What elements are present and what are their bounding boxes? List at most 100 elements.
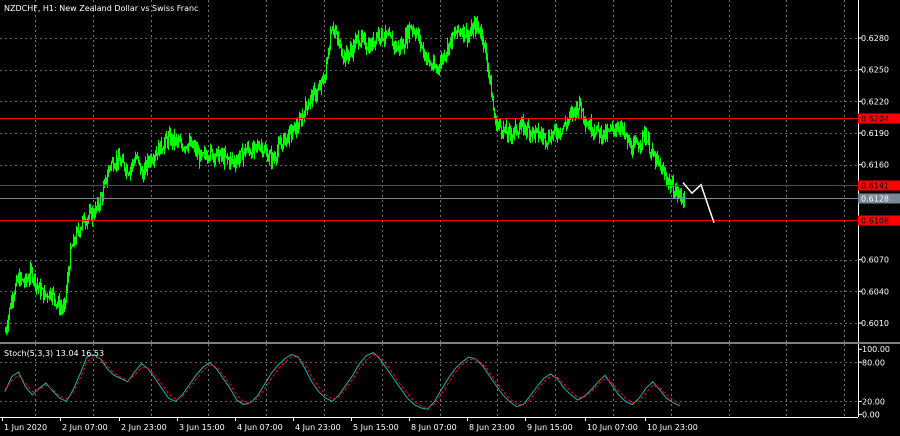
candle-body[interactable] (550, 140, 551, 142)
candle-body[interactable] (610, 127, 611, 132)
candle-body[interactable] (678, 194, 679, 196)
candle-body[interactable] (57, 304, 58, 306)
candle-body[interactable] (577, 104, 578, 113)
candle-body[interactable] (667, 179, 668, 184)
candle-body[interactable] (616, 130, 617, 132)
candle-body[interactable] (449, 42, 450, 52)
candle-body[interactable] (169, 132, 170, 136)
candle-body[interactable] (7, 326, 8, 330)
candle-body[interactable] (303, 114, 304, 116)
candle-body[interactable] (461, 32, 462, 34)
candle-body[interactable] (304, 114, 305, 117)
candle-body[interactable] (316, 95, 317, 99)
candle-body[interactable] (379, 31, 380, 39)
candle-body[interactable] (418, 30, 419, 39)
candle-body[interactable] (637, 140, 638, 145)
candle-body[interactable] (201, 151, 202, 156)
candle-body[interactable] (49, 290, 50, 298)
candle-body[interactable] (636, 140, 637, 142)
candle-body[interactable] (177, 139, 178, 143)
candle-body[interactable] (416, 32, 417, 37)
candle-body[interactable] (414, 30, 415, 34)
candle-body[interactable] (606, 128, 607, 137)
candle-body[interactable] (378, 31, 379, 37)
candle-body[interactable] (172, 135, 173, 144)
candle-body[interactable] (446, 52, 447, 56)
candle-body[interactable] (507, 134, 508, 138)
candle-body[interactable] (556, 129, 557, 135)
candle-body[interactable] (633, 143, 634, 155)
candle-body[interactable] (60, 306, 61, 311)
candle-body[interactable] (645, 134, 646, 139)
candle-body[interactable] (239, 157, 240, 163)
candle-body[interactable] (451, 37, 452, 45)
candle-body[interactable] (565, 122, 566, 125)
candle-body[interactable] (299, 118, 300, 129)
candle-body[interactable] (453, 33, 454, 35)
candle-body[interactable] (603, 129, 604, 138)
candle-body[interactable] (119, 154, 120, 161)
candle-body[interactable] (35, 275, 36, 288)
candle-body[interactable] (315, 89, 316, 99)
candle-body[interactable] (644, 132, 645, 139)
candle-body[interactable] (65, 299, 66, 302)
candle-body[interactable] (572, 111, 573, 116)
candle-body[interactable] (146, 162, 147, 170)
candle-body[interactable] (97, 201, 98, 209)
candle-body[interactable] (441, 57, 442, 63)
candle-body[interactable] (483, 39, 484, 47)
candle-body[interactable] (162, 149, 163, 151)
candle-body[interactable] (364, 37, 365, 39)
candle-body[interactable] (161, 140, 162, 150)
candle-body[interactable] (219, 154, 220, 161)
candle-body[interactable] (613, 125, 614, 130)
candle-body[interactable] (523, 120, 524, 133)
candle-body[interactable] (487, 58, 488, 69)
candle-body[interactable] (625, 135, 626, 137)
candle-body[interactable] (70, 247, 71, 269)
candle-body[interactable] (389, 33, 390, 36)
candle-body[interactable] (656, 155, 657, 165)
candle-body[interactable] (435, 67, 436, 69)
candle-body[interactable] (677, 188, 678, 196)
candle-body[interactable] (454, 32, 455, 35)
candle-body[interactable] (474, 22, 475, 27)
candle-body[interactable] (133, 161, 134, 163)
candle-body[interactable] (624, 127, 625, 136)
candle-body[interactable] (682, 199, 683, 201)
candle-body[interactable] (447, 44, 448, 53)
candle-body[interactable] (283, 137, 284, 148)
candle-body[interactable] (642, 131, 643, 144)
candle-body[interactable] (381, 28, 382, 40)
candle-body[interactable] (204, 151, 205, 154)
candle-body[interactable] (231, 157, 232, 159)
candle-body[interactable] (490, 76, 491, 80)
candle-body[interactable] (465, 35, 466, 38)
candle-body[interactable] (9, 308, 10, 317)
candle-body[interactable] (64, 301, 65, 306)
candle-body[interactable] (294, 123, 295, 126)
candle-body[interactable] (639, 146, 640, 149)
candle-body[interactable] (580, 98, 581, 106)
candle-body[interactable] (250, 153, 251, 155)
candle-body[interactable] (214, 155, 215, 161)
candle-body[interactable] (187, 148, 188, 150)
candle-body[interactable] (139, 160, 140, 163)
candle-body[interactable] (167, 138, 168, 145)
candle-body[interactable] (503, 127, 504, 135)
candle-body[interactable] (6, 329, 7, 332)
candle-body[interactable] (152, 160, 153, 162)
candle-body[interactable] (46, 294, 47, 296)
candle-body[interactable] (488, 68, 489, 71)
candle-body[interactable] (664, 170, 665, 174)
candle-body[interactable] (431, 64, 432, 68)
candle-body[interactable] (32, 269, 33, 281)
candle-body[interactable] (328, 54, 329, 57)
candle-body[interactable] (274, 157, 275, 160)
candle-body[interactable] (578, 108, 579, 113)
candle-body[interactable] (75, 241, 76, 243)
candle-body[interactable] (534, 130, 535, 138)
candle-body[interactable] (337, 32, 338, 39)
candle-body[interactable] (469, 35, 470, 37)
candle-body[interactable] (210, 147, 211, 158)
